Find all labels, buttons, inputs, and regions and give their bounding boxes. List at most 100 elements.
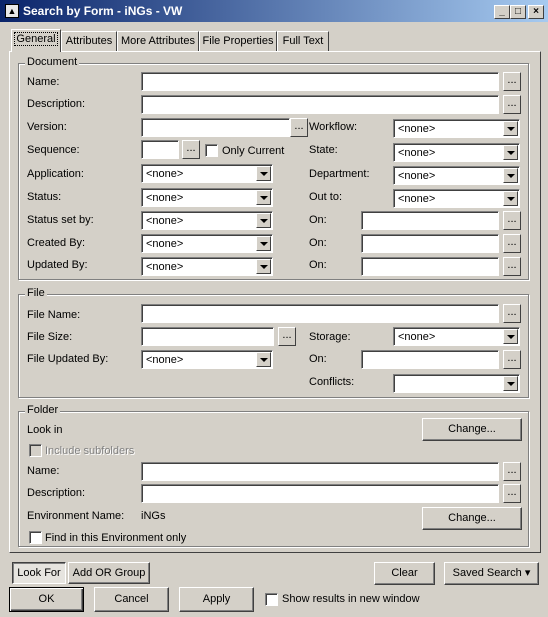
version-browse-button[interactable]: ... — [290, 118, 308, 137]
sequence-input[interactable] — [141, 140, 179, 159]
file-updated-by-label: File Updated By: — [27, 353, 109, 365]
chevron-down-icon[interactable] — [503, 168, 518, 183]
name-browse-button[interactable]: ... — [503, 72, 521, 91]
storage-select[interactable]: <none> — [393, 327, 520, 346]
folder-legend: Folder — [25, 404, 61, 417]
chevron-down-icon[interactable] — [256, 236, 271, 251]
out-to-value: <none> — [398, 193, 436, 205]
storage-label: Storage: — [309, 331, 351, 343]
tab-full-text[interactable]: Full Text — [277, 31, 329, 51]
workflow-select[interactable]: <none> — [393, 119, 520, 138]
show-results-checkbox[interactable] — [265, 593, 278, 606]
tab-file-properties[interactable]: File Properties — [199, 31, 277, 51]
name-label: Name: — [27, 76, 60, 88]
minimize-icon[interactable]: _ — [494, 5, 510, 19]
application-select[interactable]: <none> — [141, 164, 273, 183]
saved-search-label: Saved Search — [452, 567, 522, 579]
apply-button[interactable]: Apply — [179, 587, 254, 612]
document-legend: Document — [25, 56, 80, 69]
only-current-checkbox[interactable] — [205, 144, 218, 157]
tab-general-label: General — [14, 32, 58, 46]
updated-on-input[interactable] — [361, 257, 499, 276]
status-value: <none> — [146, 192, 184, 204]
folder-description-input[interactable] — [141, 484, 499, 503]
folder-name-browse-button[interactable]: ... — [503, 462, 521, 481]
file-on-input[interactable] — [361, 350, 499, 369]
tab-attributes[interactable]: Attributes — [61, 31, 117, 51]
application-label: Application: — [27, 168, 84, 180]
status-set-by-value: <none> — [146, 215, 184, 227]
created-on-browse-button[interactable]: ... — [503, 234, 521, 253]
updated-on-browse-button[interactable]: ... — [503, 257, 521, 276]
sequence-label: Sequence: — [27, 144, 80, 156]
window-title: Search by Form - iNGs - VW — [23, 4, 183, 18]
description-input[interactable] — [141, 95, 499, 114]
tab-full-text-label: Full Text — [282, 35, 324, 47]
status-on-browse-button[interactable]: ... — [503, 211, 521, 230]
file-updated-by-value: <none> — [146, 354, 184, 366]
chevron-down-icon[interactable] — [503, 145, 518, 160]
environment-name-value: iNGs — [141, 510, 166, 522]
chevron-down-icon[interactable] — [256, 166, 271, 181]
look-in-label: Look in — [27, 424, 63, 436]
status-on-label: On: — [309, 214, 327, 226]
folder-description-browse-button[interactable]: ... — [503, 484, 521, 503]
app-icon: ▲ — [5, 4, 19, 18]
chevron-down-icon[interactable] — [503, 376, 518, 391]
title-bar[interactable]: ▲ Search by Form - iNGs - VW _ □ × — [0, 0, 548, 22]
look-in-change-button[interactable]: Change... — [422, 418, 522, 441]
out-to-label: Out to: — [309, 191, 343, 203]
conflicts-select[interactable] — [393, 374, 520, 393]
tab-file-properties-label: File Properties — [202, 35, 274, 47]
file-on-browse-button[interactable]: ... — [503, 350, 521, 369]
file-updated-by-select[interactable]: <none> — [141, 350, 273, 369]
look-for-button[interactable]: Look For — [12, 562, 66, 584]
tab-more-attributes[interactable]: More Attributes — [117, 31, 199, 51]
file-name-input[interactable] — [141, 304, 499, 323]
find-in-environment-label: Find in this Environment only — [45, 532, 187, 544]
clear-button[interactable]: Clear — [374, 562, 435, 585]
saved-search-button[interactable]: Saved Search ▾ — [444, 562, 539, 585]
close-icon[interactable]: × — [528, 5, 544, 19]
version-input[interactable] — [141, 118, 290, 137]
department-select[interactable]: <none> — [393, 166, 520, 185]
include-subfolders-checkbox[interactable] — [29, 444, 42, 457]
chevron-down-icon[interactable] — [256, 352, 271, 367]
chevron-down-icon[interactable] — [503, 121, 518, 136]
file-on-label: On: — [309, 353, 327, 365]
created-by-label: Created By: — [27, 237, 86, 249]
updated-by-select[interactable]: <none> — [141, 257, 273, 276]
file-size-browse-button[interactable]: ... — [278, 327, 296, 346]
tab-general[interactable]: General — [11, 29, 61, 52]
name-input[interactable] — [141, 72, 499, 91]
file-name-browse-button[interactable]: ... — [503, 304, 521, 323]
maximize-icon[interactable]: □ — [510, 5, 526, 19]
environment-change-button[interactable]: Change... — [422, 507, 522, 530]
status-select[interactable]: <none> — [141, 188, 273, 207]
updated-on-label: On: — [309, 259, 327, 271]
file-size-input[interactable] — [141, 327, 274, 346]
status-set-by-label: Status set by: — [27, 214, 94, 226]
folder-name-label: Name: — [27, 465, 60, 477]
status-set-by-select[interactable]: <none> — [141, 211, 273, 230]
chevron-down-icon[interactable] — [503, 329, 518, 344]
version-label: Version: — [27, 121, 67, 133]
application-value: <none> — [146, 168, 184, 180]
chevron-down-icon[interactable] — [256, 259, 271, 274]
created-on-input[interactable] — [361, 234, 499, 253]
created-by-select[interactable]: <none> — [141, 234, 273, 253]
workflow-label: Workflow: — [309, 121, 358, 133]
chevron-down-icon[interactable] — [256, 190, 271, 205]
description-browse-button[interactable]: ... — [503, 95, 521, 114]
sequence-browse-button[interactable]: ... — [182, 140, 200, 159]
add-or-group-button[interactable]: Add OR Group — [68, 562, 150, 584]
find-in-environment-checkbox[interactable] — [29, 531, 42, 544]
chevron-down-icon[interactable] — [256, 213, 271, 228]
ok-button[interactable]: OK — [9, 587, 84, 612]
chevron-down-icon[interactable] — [503, 191, 518, 206]
status-on-input[interactable] — [361, 211, 499, 230]
out-to-select[interactable]: <none> — [393, 189, 520, 208]
cancel-button[interactable]: Cancel — [94, 587, 169, 612]
folder-name-input[interactable] — [141, 462, 499, 481]
state-select[interactable]: <none> — [393, 143, 520, 162]
